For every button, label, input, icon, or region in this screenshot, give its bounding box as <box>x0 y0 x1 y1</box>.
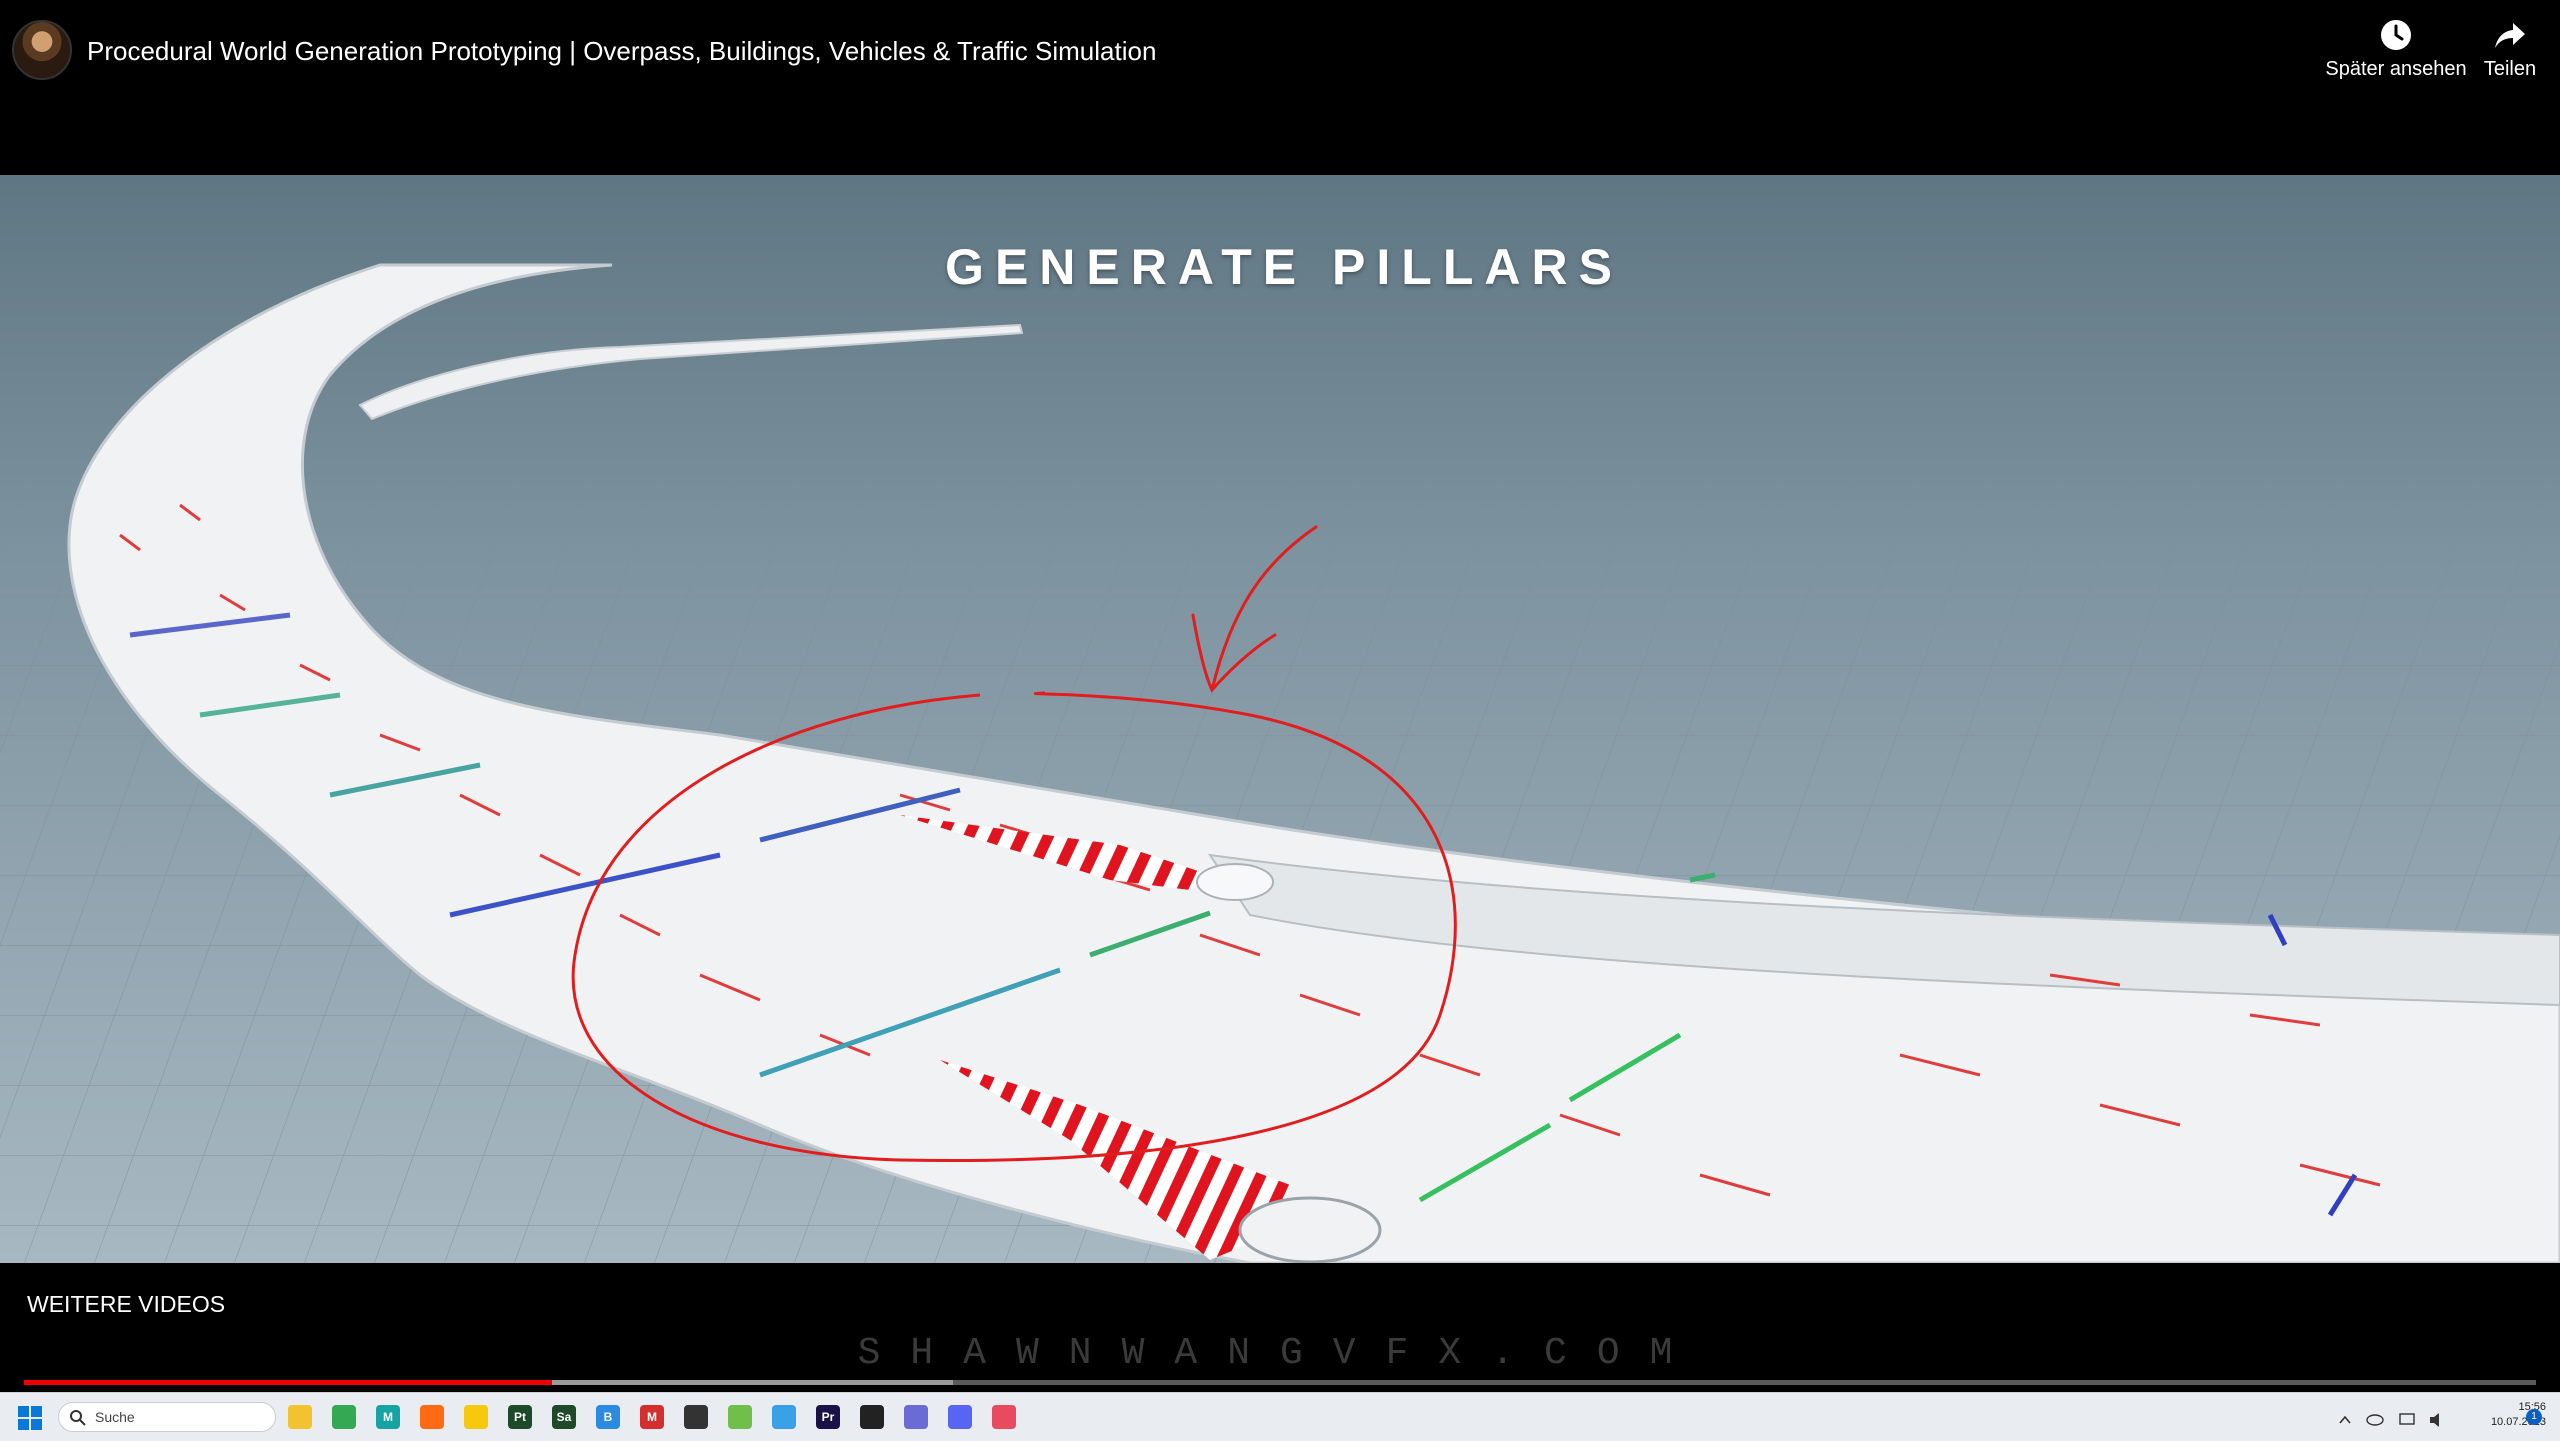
speaker-icon <box>2430 1413 2439 1427</box>
pillar-bottom <box>1238 1196 1382 1263</box>
video-frame[interactable] <box>0 175 2560 1263</box>
app-dark-icon[interactable] <box>860 1405 884 1429</box>
share-arrow-icon <box>2495 23 2525 48</box>
video-player[interactable]: Procedural World Generation Prototyping … <box>0 0 2560 1392</box>
channel-avatar[interactable] <box>12 20 72 80</box>
app-m-icon[interactable]: M <box>376 1405 400 1429</box>
share-button[interactable]: Teilen <box>2478 18 2542 81</box>
premiere-icon[interactable]: Pr <box>816 1405 840 1429</box>
snipping-icon[interactable] <box>992 1405 1016 1429</box>
substance-painter-icon[interactable]: Pt <box>508 1405 532 1429</box>
mail-icon[interactable] <box>772 1405 796 1429</box>
watch-later-label: Später ansehen <box>2325 58 2467 80</box>
nuke-icon[interactable] <box>464 1405 488 1429</box>
windows-start-icon[interactable] <box>18 1406 42 1430</box>
notification-badge[interactable]: 1 <box>2526 1409 2542 1425</box>
file-explorer-icon[interactable] <box>288 1405 312 1429</box>
taskbar-search[interactable]: Suche <box>58 1402 276 1432</box>
video-title[interactable]: Procedural World Generation Prototyping … <box>87 36 1156 67</box>
app-figure-icon[interactable] <box>684 1405 708 1429</box>
chrome-icon[interactable] <box>332 1405 356 1429</box>
onedrive-icon <box>2366 1414 2384 1426</box>
progress-played <box>24 1380 552 1385</box>
overlay-heading: GENERATE PILLARS <box>945 239 1623 295</box>
watermark: SHAWNWANGVFX.COM <box>857 1332 1703 1375</box>
taskbar: Suche M Pt Sa B M Pr 15:56 10.07.2023 1 <box>0 1392 2560 1441</box>
watch-later-button[interactable]: Später ansehen <box>2322 18 2470 81</box>
app-circle-icon[interactable] <box>904 1405 928 1429</box>
chevron-up-icon <box>2339 1415 2351 1424</box>
app-red-icon[interactable]: M <box>640 1405 664 1429</box>
app-b-icon[interactable]: B <box>596 1405 620 1429</box>
search-placeholder: Suche <box>95 1409 135 1425</box>
share-label: Teilen <box>2483 58 2537 80</box>
progress-bar[interactable] <box>24 1380 2536 1385</box>
houdini-icon[interactable] <box>420 1405 444 1429</box>
more-videos-label[interactable]: WEITERE VIDEOS <box>27 1291 225 1318</box>
app-house-icon[interactable] <box>728 1405 752 1429</box>
search-icon <box>70 1410 86 1426</box>
pillar-top <box>1196 863 1274 901</box>
substance-sampler-icon[interactable]: Sa <box>552 1405 576 1429</box>
player-top-bar: Procedural World Generation Prototyping … <box>0 0 2560 110</box>
network-icon <box>2399 1413 2415 1425</box>
discord-icon[interactable] <box>948 1405 972 1429</box>
clock-icon <box>2381 20 2411 50</box>
